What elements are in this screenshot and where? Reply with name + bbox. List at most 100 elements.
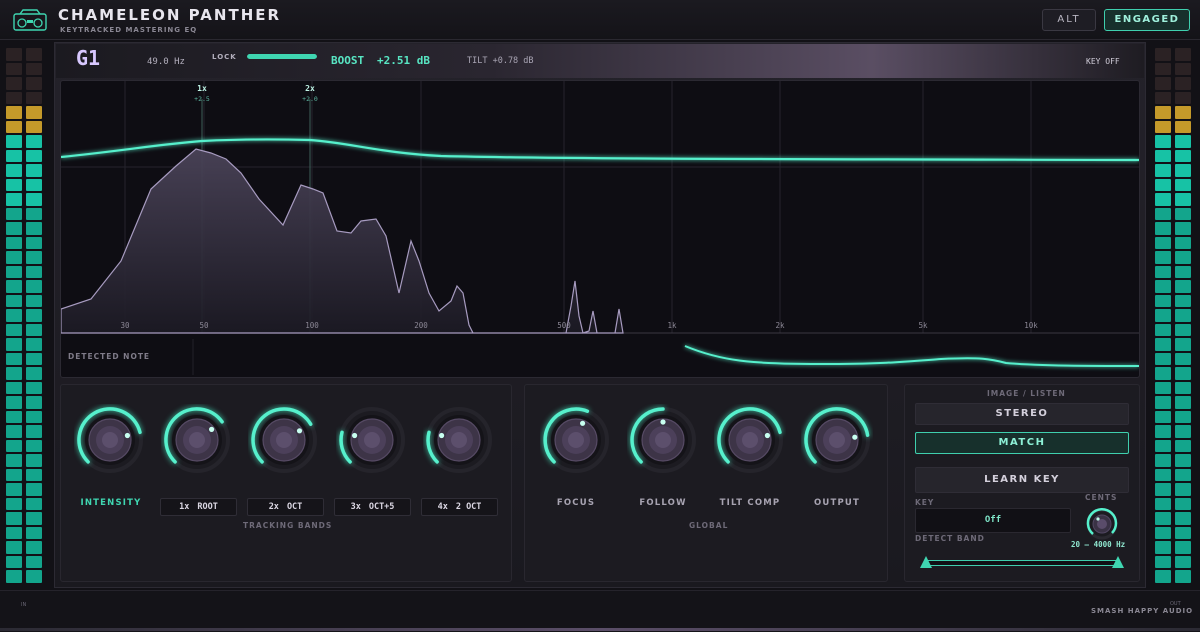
meter-segment [6, 62, 22, 75]
meter-segment [1175, 236, 1191, 249]
meter-segment [1155, 439, 1171, 452]
meter-segment [1175, 120, 1191, 133]
meter-segment [1155, 352, 1171, 365]
meter-segment [26, 280, 42, 293]
meter-segment [6, 135, 22, 148]
meter-segment [1155, 135, 1171, 148]
band-2x-knob[interactable] [248, 404, 320, 476]
meter-segment [1155, 48, 1171, 61]
meter-segment [1155, 483, 1171, 496]
meter-segment [6, 236, 22, 249]
band-4x-button[interactable]: 4x 2 OCT [421, 498, 498, 516]
meter-segment [6, 497, 22, 510]
key-select[interactable]: Off [915, 508, 1071, 533]
follow-label: FOLLOW [639, 498, 687, 508]
focus-knob[interactable] [540, 404, 612, 476]
meter-segment [1175, 454, 1191, 467]
meter-segment [1175, 497, 1191, 510]
meter-segment [6, 439, 22, 452]
key-status: KEY OFF [1086, 57, 1120, 66]
output-meter [1155, 48, 1195, 588]
detect-band-high-handle[interactable] [1112, 556, 1124, 568]
global-label: GLOBAL [689, 521, 729, 530]
spectrum-display[interactable]: 30 50 100 200 500 1k 2k 5k 10k 1x +2.5 2x +2.0 [60, 80, 1140, 378]
meter-segment [6, 352, 22, 365]
meter-segment [26, 555, 42, 568]
lock-label: LOCK [212, 53, 237, 61]
output-meter-left-channel [1155, 48, 1171, 588]
meter-segment [26, 222, 42, 235]
marker-1x-label[interactable]: 1x [197, 84, 207, 93]
frequency-label: 200 [414, 321, 428, 330]
meter-segment [1175, 483, 1191, 496]
meter-segment [6, 178, 22, 191]
meter-segment [6, 77, 22, 90]
meter-segment [26, 178, 42, 191]
output-knob[interactable] [801, 404, 873, 476]
band-1x-button[interactable]: 1x ROOT [160, 498, 237, 516]
meter-segment [1175, 323, 1191, 336]
meter-segment [1175, 280, 1191, 293]
meter-segment [26, 62, 42, 75]
meter-segment [1175, 309, 1191, 322]
meter-segment [1175, 570, 1191, 583]
band-3x-button[interactable]: 3x OCT+5 [334, 498, 411, 516]
meter-segment [6, 323, 22, 336]
meter-segment [26, 106, 42, 119]
meter-segment [1155, 555, 1171, 568]
lock-meter [247, 54, 317, 59]
meter-segment [6, 425, 22, 438]
meter-segment [1155, 193, 1171, 206]
meter-segment [1155, 410, 1171, 423]
meter-segment [1155, 222, 1171, 235]
detected-note-track [684, 345, 1139, 367]
meter-segment [26, 483, 42, 496]
follow-knob[interactable] [627, 404, 699, 476]
meter-segment [26, 497, 42, 510]
match-button[interactable]: MATCH [915, 432, 1129, 454]
meter-segment [1155, 454, 1171, 467]
meter-segment [6, 149, 22, 162]
band-4x-knob[interactable] [423, 404, 495, 476]
meter-segment [1155, 512, 1171, 525]
meter-segment [1175, 207, 1191, 220]
intensity-label: INTENSITY [80, 498, 142, 508]
intensity-knob[interactable] [74, 404, 146, 476]
meter-segment [1155, 541, 1171, 554]
meter-segment [1155, 178, 1171, 191]
detect-band-slider[interactable] [925, 560, 1119, 566]
meter-segment [6, 309, 22, 322]
boost-value: +2.51 dB [377, 54, 430, 67]
meter-segment [26, 77, 42, 90]
alt-button[interactable]: ALT [1042, 9, 1096, 31]
meter-segment [6, 555, 22, 568]
detect-band-low-handle[interactable] [920, 556, 932, 568]
meter-segment [26, 352, 42, 365]
meter-segment [1175, 251, 1191, 264]
meter-segment [6, 512, 22, 525]
meter-segment [6, 541, 22, 554]
detect-band-range: 20 – 4000 Hz [1071, 540, 1126, 549]
meter-segment [26, 512, 42, 525]
tilt-comp-knob[interactable] [714, 404, 786, 476]
tilt-readout: TILT +0.78 dB [467, 56, 534, 66]
meter-segment [26, 439, 42, 452]
meter-segment [1155, 381, 1171, 394]
stereo-button[interactable]: STEREO [915, 403, 1129, 425]
marker-2x-label[interactable]: 2x [305, 84, 315, 93]
meter-segment [1175, 381, 1191, 394]
meter-segment [26, 149, 42, 162]
bottom-accent-bar [0, 628, 1200, 631]
detected-note-label: DETECTED NOTE [68, 352, 151, 361]
meter-segment [6, 265, 22, 278]
learn-key-button[interactable]: LEARN KEY [915, 467, 1129, 493]
band-1x-knob[interactable] [161, 404, 233, 476]
meter-segment [1175, 396, 1191, 409]
cents-knob[interactable] [1085, 507, 1119, 541]
meter-segment [1155, 106, 1171, 119]
engaged-button[interactable]: ENGAGED [1104, 9, 1190, 31]
band-3x-knob[interactable] [336, 404, 408, 476]
band-name: 2 OCT [455, 502, 482, 512]
frequency-label: 1k [667, 321, 677, 330]
band-2x-button[interactable]: 2x OCT [247, 498, 324, 516]
